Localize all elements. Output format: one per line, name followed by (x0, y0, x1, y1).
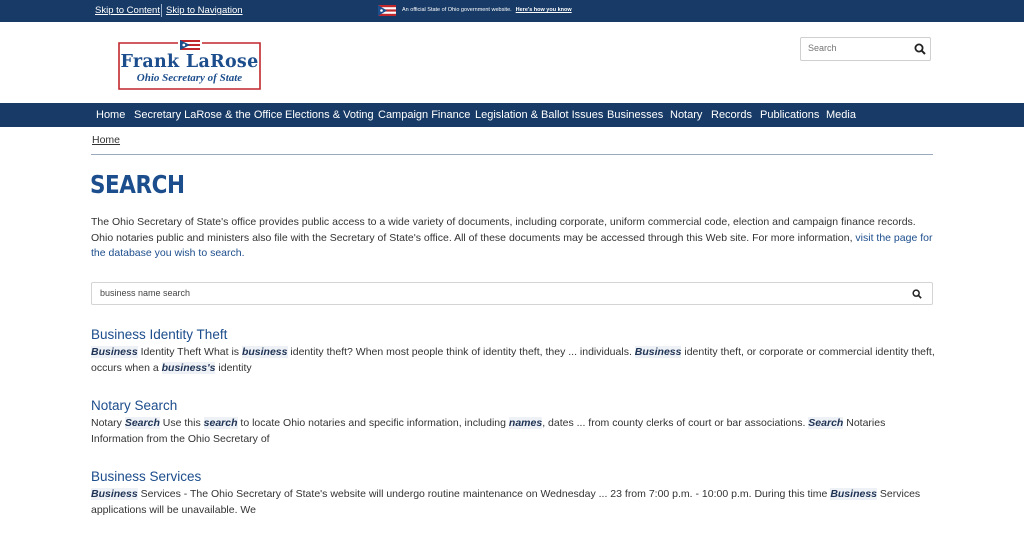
snippet-text: , dates ... from county clerks of court … (542, 417, 809, 429)
result-title-link[interactable]: Notary Search (91, 398, 937, 413)
logo-name: Frank LaRose (120, 52, 259, 72)
nav-item-campaign-finance[interactable]: Campaign Finance (378, 109, 470, 121)
intro-paragraph: The Ohio Secretary of State's office pro… (91, 215, 937, 262)
skip-to-content-link[interactable]: Skip to Content (95, 5, 160, 16)
result-snippet: Business Services - The Ohio Secretary o… (91, 487, 937, 518)
header-search-input[interactable] (808, 43, 903, 53)
snippet-text: Notary (91, 417, 125, 429)
nav-item-publications[interactable]: Publications (760, 109, 819, 121)
site-logo[interactable]: Frank LaRose Ohio Secretary of State (118, 40, 261, 90)
breadcrumb-home[interactable]: Home (92, 134, 120, 146)
nav-item-secretary-office[interactable]: Secretary LaRose & the Office (134, 109, 282, 121)
result-snippet: Notary Search Use this search to locate … (91, 416, 937, 447)
result-snippet: Business Identity Theft What is business… (91, 345, 937, 376)
snippet-text: Use this (159, 417, 204, 429)
highlighted-term: names (508, 417, 543, 429)
search-icon[interactable] (914, 43, 926, 55)
snippet-text: identity theft? When most people think o… (287, 346, 635, 358)
highlighted-term: business (241, 346, 288, 358)
search-result: Business Services Business Services - Th… (91, 469, 937, 518)
official-banner: Skip to Content Skip to Navigation An of… (0, 0, 1024, 22)
main-search-box[interactable]: business name search (91, 282, 933, 305)
search-icon[interactable] (912, 289, 922, 299)
highlighted-term: Business (91, 346, 138, 358)
result-title-link[interactable]: Business Services (91, 469, 937, 484)
main-navigation: Home Secretary LaRose & the Office Elect… (0, 103, 1024, 127)
nav-item-notary[interactable]: Notary (670, 109, 702, 121)
official-notice-text: An official State of Ohio government web… (402, 7, 512, 13)
intro-text: The Ohio Secretary of State's office pro… (91, 216, 916, 244)
nav-item-media[interactable]: Media (826, 109, 856, 121)
breadcrumb-divider (91, 154, 933, 155)
nav-item-businesses[interactable]: Businesses (607, 109, 663, 121)
nav-item-records[interactable]: Records (711, 109, 752, 121)
highlighted-term: Business (830, 488, 877, 500)
snippet-text: Services - The Ohio Secretary of State's… (137, 488, 831, 500)
highlighted-term: Search (808, 417, 844, 429)
page-title: SEARCH (90, 170, 185, 199)
result-title-link[interactable]: Business Identity Theft (91, 327, 937, 342)
nav-item-elections-voting[interactable]: Elections & Voting (285, 109, 374, 121)
highlighted-term: Business (91, 488, 138, 500)
main-search-input[interactable]: business name search (100, 288, 190, 298)
nav-item-legislation-ballot[interactable]: Legislation & Ballot Issues (475, 109, 603, 121)
search-result: Business Identity Theft Business Identit… (91, 327, 937, 376)
official-site-notice: An official State of Ohio government web… (378, 3, 572, 17)
snippet-text: to locate Ohio notaries and specific inf… (237, 417, 509, 429)
snippet-text: identity (215, 361, 252, 374)
ohio-flag-icon (378, 4, 396, 16)
skip-link-divider (161, 4, 162, 17)
highlighted-term: Search (124, 417, 160, 429)
logo-subtitle: Ohio Secretary of State (136, 72, 243, 84)
heres-how-you-know-link[interactable]: Here's how you know (516, 7, 572, 13)
skip-to-navigation-link[interactable]: Skip to Navigation (166, 5, 243, 16)
highlighted-term: Business (634, 346, 682, 358)
highlighted-term: business's (161, 361, 216, 374)
search-result: Notary Search Notary Search Use this sea… (91, 398, 937, 447)
header-search-box (800, 37, 931, 61)
highlighted-term: search (203, 417, 238, 429)
snippet-text: Identity Theft What is (137, 346, 242, 358)
nav-item-home[interactable]: Home (96, 109, 125, 121)
